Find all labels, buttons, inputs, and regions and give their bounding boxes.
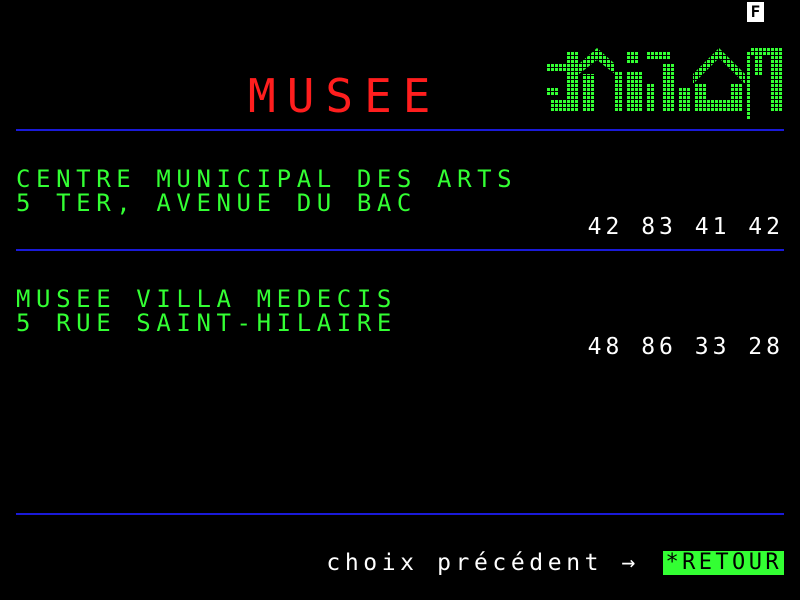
page-title: MUSEE: [248, 69, 442, 123]
previous-choice-prompt: choix précédent →: [326, 550, 640, 576]
museum-phone: 48 86 33 28: [587, 334, 784, 360]
museum-address: 5 RUE SAINT-HILAIRE: [16, 309, 397, 337]
retour-button[interactable]: *RETOUR: [663, 551, 784, 575]
museum-name: MUSEE VILLA MEDECIS: [16, 285, 397, 313]
museum-name: CENTRE MUNICIPAL DES ARTS: [16, 165, 518, 193]
status-indicator: F: [747, 2, 764, 22]
minitel-screen: F MUSEE CENTRE MUNICIPAL DES ARTS 5 TER,…: [0, 0, 800, 600]
museum-phone: 42 83 41 42: [587, 214, 784, 240]
building-logo-icon: [547, 48, 783, 120]
separator-rule: [16, 249, 784, 251]
museum-address: 5 TER, AVENUE DU BAC: [16, 189, 417, 217]
separator-rule: [16, 129, 784, 131]
separator-rule: [16, 513, 784, 515]
